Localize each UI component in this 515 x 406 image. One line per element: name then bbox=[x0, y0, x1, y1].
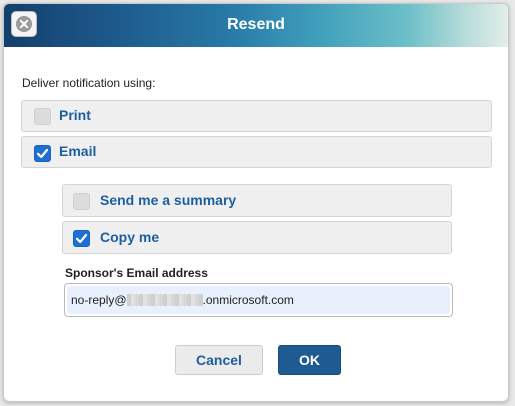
email-field-value: no-reply@ .onmicrosoft.com bbox=[71, 293, 294, 307]
checkmark-icon bbox=[36, 148, 49, 159]
email-label: Email bbox=[59, 143, 97, 159]
copy-me-checkbox[interactable] bbox=[73, 230, 90, 247]
cancel-button[interactable]: Cancel bbox=[175, 345, 263, 375]
print-label: Print bbox=[59, 107, 91, 123]
resend-dialog: Resend Deliver notification using: Print… bbox=[3, 3, 509, 402]
send-summary-checkbox[interactable] bbox=[73, 193, 90, 210]
redacted-text bbox=[126, 294, 203, 306]
option-copy-me[interactable]: Copy me bbox=[62, 221, 452, 254]
option-email[interactable]: Email bbox=[21, 136, 492, 168]
send-summary-label: Send me a summary bbox=[100, 192, 237, 208]
sponsor-email-field[interactable]: no-reply@ .onmicrosoft.com bbox=[64, 283, 453, 317]
email-prefix: no-reply@ bbox=[71, 293, 127, 307]
sponsor-email-label: Sponsor's Email address bbox=[65, 266, 208, 280]
dialog-title: Resend bbox=[227, 16, 285, 33]
email-suffix: .onmicrosoft.com bbox=[202, 293, 294, 307]
deliver-notification-label: Deliver notification using: bbox=[22, 76, 156, 90]
copy-me-label: Copy me bbox=[100, 229, 160, 245]
option-send-summary[interactable]: Send me a summary bbox=[62, 184, 452, 217]
dialog-titlebar: Resend bbox=[4, 4, 508, 47]
email-checkbox[interactable] bbox=[34, 145, 51, 162]
checkmark-icon bbox=[75, 233, 88, 244]
option-print[interactable]: Print bbox=[21, 100, 492, 132]
ok-button[interactable]: OK bbox=[278, 345, 341, 375]
print-checkbox[interactable] bbox=[34, 108, 51, 125]
